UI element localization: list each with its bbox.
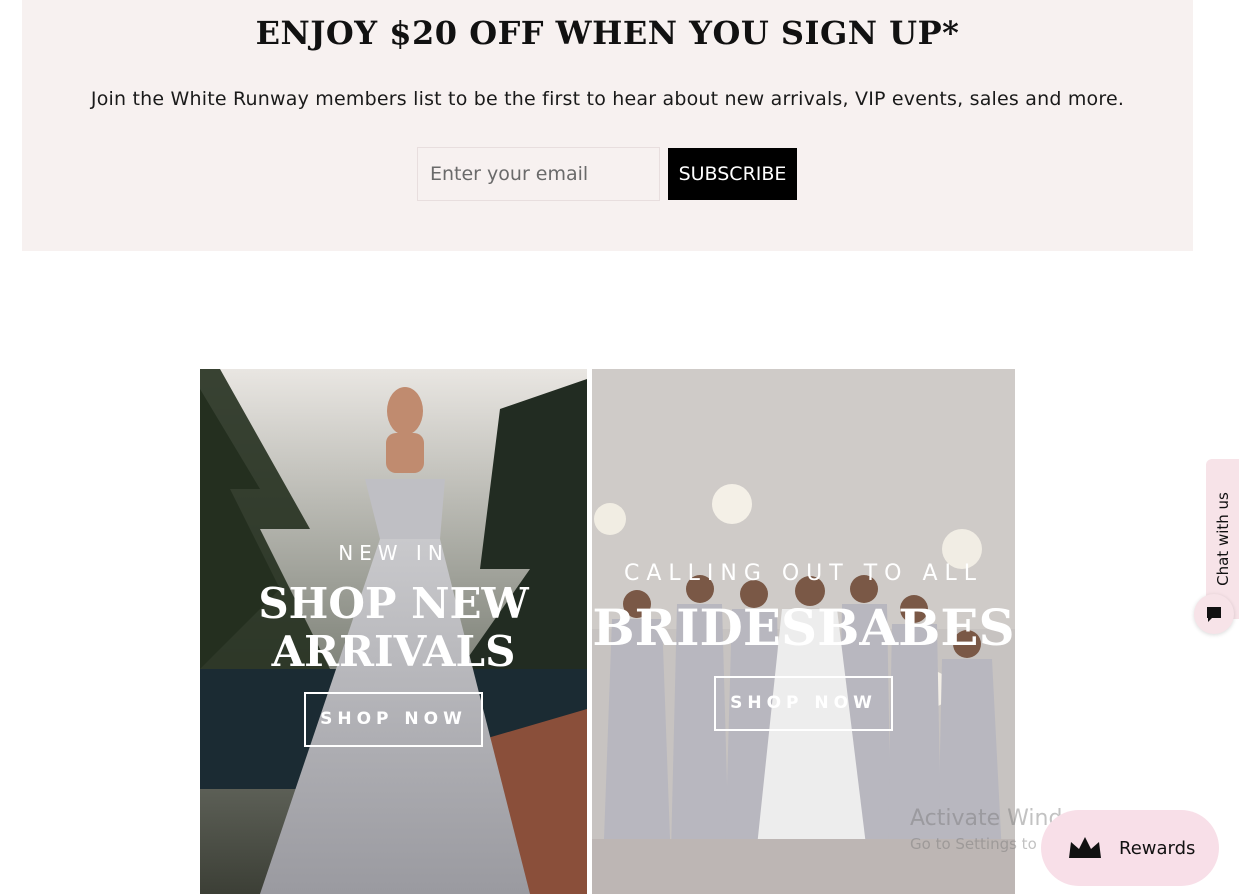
signup-subtitle: Join the White Runway members list to be… [90,88,1125,110]
bridesbabes-eyebrow-wrap: CALLING OUT TO ALL [592,561,1015,586]
chat-bubble-icon [1207,607,1221,622]
bridesbabes-cta-wrap: SHOP NOW [592,676,1015,731]
subscribe-button[interactable]: SUBSCRIBE [668,148,797,200]
crown-icon [1069,837,1101,858]
bridesbabes-headline-wrap: BRIDESBABES [592,603,1015,653]
chat-tab-label: Chat with us [1213,492,1232,586]
new-arrivals-headline-wrap: SHOP NEW ARRIVALS [200,583,587,673]
promo-card-bridesbabes[interactable]: CALLING OUT TO ALL BRIDESBABES SHOP NOW [592,369,1015,894]
card-headline-line2: ARRIVALS [271,627,516,676]
new-arrivals-cta-wrap: SHOP NOW [200,692,587,747]
chat-launcher-button[interactable] [1194,594,1234,634]
rewards-label: Rewards [1119,838,1196,859]
card-headline-line1: SHOP NEW [258,579,529,628]
signup-title: ENJOY $20 OFF WHEN YOU SIGN UP* [255,14,960,52]
shop-now-button[interactable]: SHOP NOW [714,676,893,731]
rewards-launcher-button[interactable]: Rewards [1041,810,1219,886]
shop-now-button[interactable]: SHOP NOW [304,692,483,747]
newsletter-signup-section: ENJOY $20 OFF WHEN YOU SIGN UP* Join the… [22,0,1193,251]
new-arrivals-overlay: NEW IN [200,541,587,565]
card-eyebrow: NEW IN [338,541,449,565]
card-headline: BRIDESBABES [592,598,1015,657]
promo-card-new-arrivals[interactable]: NEW IN SHOP NEW ARRIVALS SHOP NOW [200,369,587,894]
card-eyebrow: CALLING OUT TO ALL [623,561,984,586]
email-input[interactable] [417,147,660,201]
